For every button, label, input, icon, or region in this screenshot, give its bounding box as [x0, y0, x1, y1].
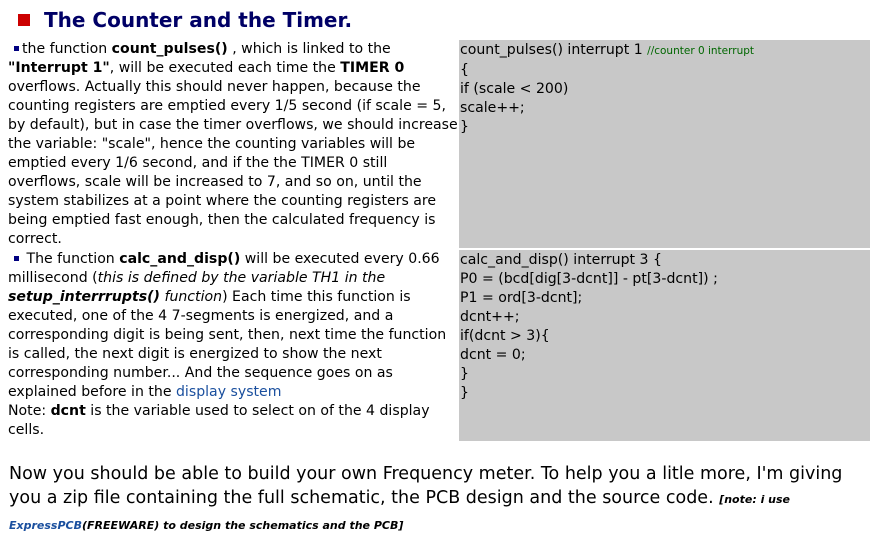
text: The function	[22, 251, 120, 267]
note-label: Note:	[8, 403, 51, 419]
display-description: The function calc_and_disp() will be exe…	[8, 250, 459, 441]
code-comment: //counter 0 interrupt	[647, 45, 755, 57]
text: , which is linked to the	[227, 41, 391, 57]
function-name: count_pulses()	[111, 41, 228, 57]
code-line: P0 = (bcd[dig[3-dcnt]] - pt[3-dcnt]) ;	[460, 271, 718, 287]
code-line: }	[460, 366, 469, 382]
code-line: dcnt = 0;	[460, 347, 526, 363]
timer-name: TIMER 0	[340, 60, 405, 76]
note-text: (FREEWARE) to design the schematics and …	[81, 519, 404, 532]
code-line: {	[460, 62, 469, 78]
text: overflows. Actually this should never ha…	[8, 79, 458, 247]
code-line: count_pulses() interrupt 1 //counter 0 i…	[460, 41, 870, 61]
code-line: if(dcnt > 3){	[460, 328, 550, 344]
text: the function	[22, 41, 112, 57]
code-line: P1 = ord[3-dcnt];	[460, 290, 583, 306]
code-text: count_pulses() interrupt 1	[460, 42, 648, 58]
display-section: The function calc_and_disp() will be exe…	[8, 250, 870, 441]
counter-section: the function count_pulses() , which is l…	[8, 40, 870, 248]
bullet-icon	[14, 45, 19, 51]
code-line: }	[460, 385, 469, 401]
code-line: }	[460, 119, 469, 135]
italic-text: function	[160, 289, 223, 305]
counter-code-block: count_pulses() interrupt 1 //counter 0 i…	[459, 40, 870, 248]
footer-paragraph: Now you should be able to build your own…	[9, 462, 879, 538]
variable-name: dcnt	[50, 403, 86, 419]
code-line: dcnt++;	[460, 309, 520, 325]
text: , will be executed each time the	[109, 60, 341, 76]
display-code-block: calc_and_disp() interrupt 3 { P0 = (bcd[…	[459, 250, 870, 441]
bullet-icon	[14, 255, 19, 261]
expresspcb-link[interactable]: ExpressPCB	[9, 519, 82, 532]
page-title: The Counter and the Timer.	[44, 8, 353, 32]
counter-description: the function count_pulses() , which is l…	[8, 40, 459, 248]
footer-text: Now you should be able to build your own…	[9, 464, 843, 508]
code-line: scale++;	[460, 100, 525, 116]
italic-text: this is defined by the variable TH1 in t…	[97, 270, 386, 286]
note-text: [note: i use	[719, 493, 791, 506]
code-line: calc_and_disp() interrupt 3 {	[460, 252, 662, 268]
function-name-italic: setup_interrrupts()	[8, 289, 160, 305]
function-name: calc_and_disp()	[119, 251, 241, 267]
display-system-link[interactable]: display system	[176, 384, 281, 400]
section-title-bar: The Counter and the Timer.	[18, 6, 352, 34]
red-square-icon	[18, 14, 30, 26]
code-line: if (scale < 200)	[460, 81, 569, 97]
interrupt-name: "Interrupt 1"	[8, 60, 110, 76]
